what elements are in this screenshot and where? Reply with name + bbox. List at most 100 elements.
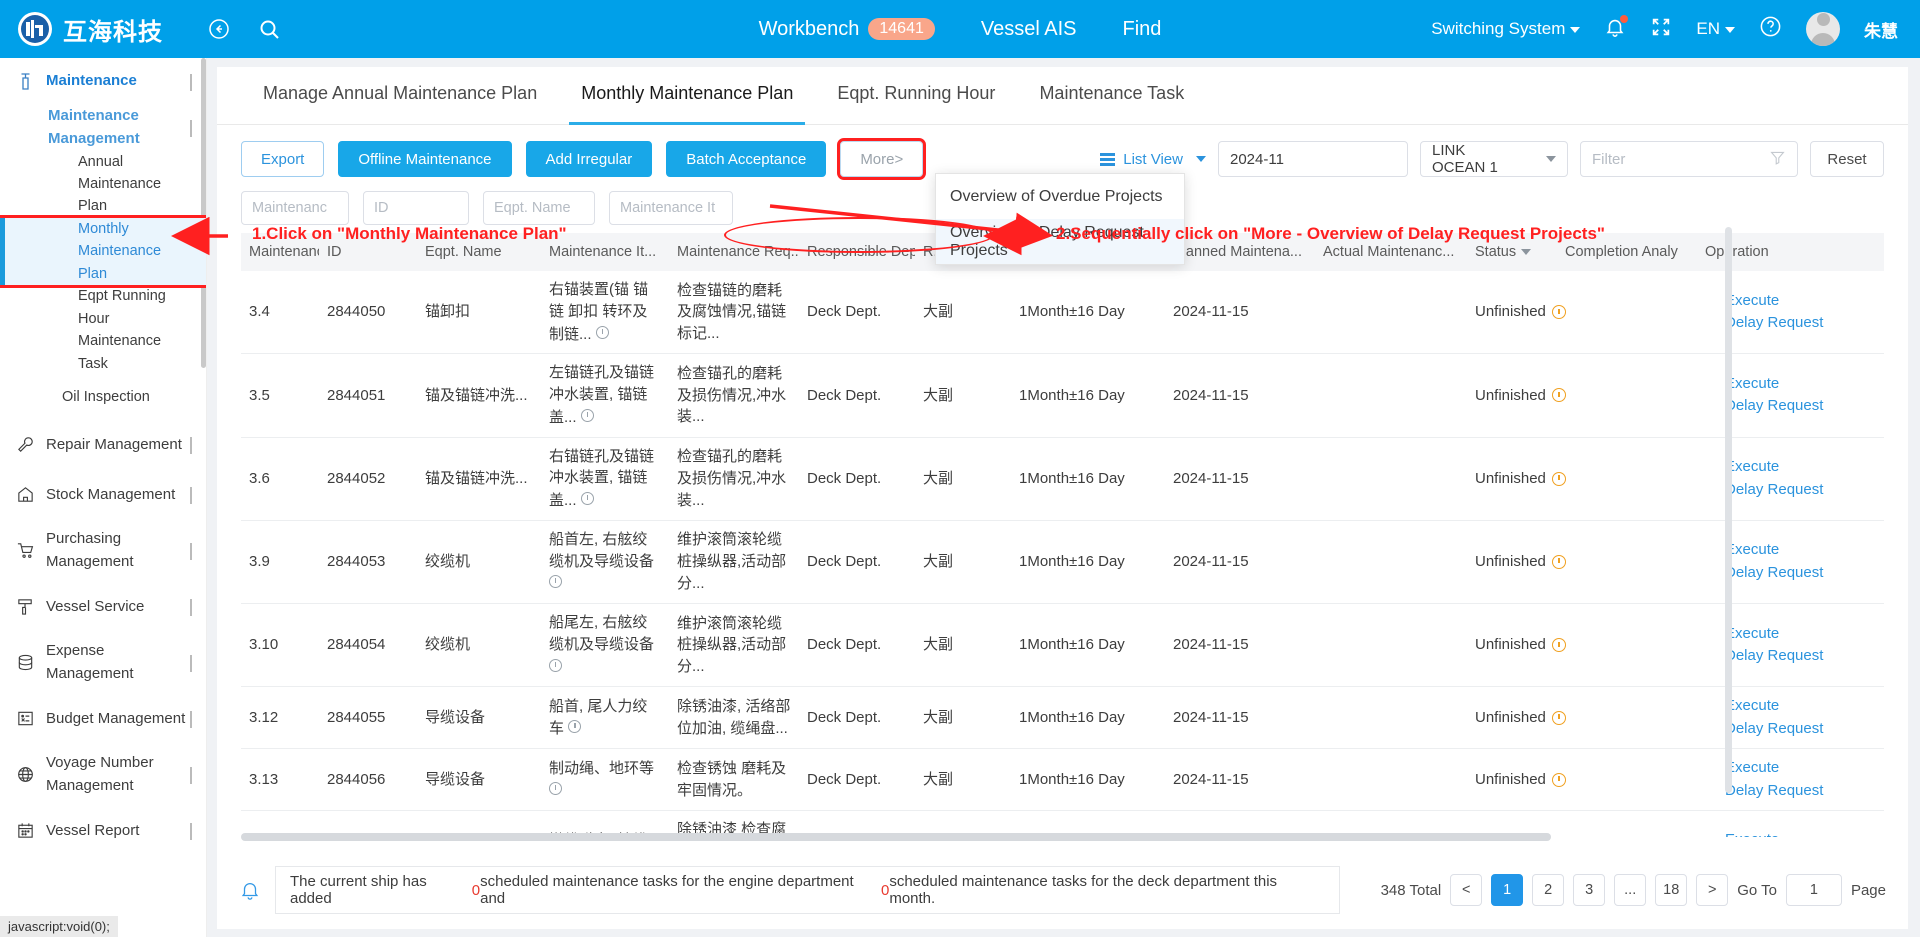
execute-link[interactable]: Execute [1725, 623, 1861, 646]
sidebar-item-maintenance[interactable]: Maintenance [0, 58, 206, 104]
execute-link[interactable]: Execute [1725, 757, 1861, 780]
notifications-button[interactable] [1604, 14, 1629, 43]
filter-eqpt-name-input[interactable]: Eqpt. Name [483, 191, 595, 225]
fullscreen-button[interactable] [1650, 16, 1672, 43]
list-view-selector[interactable]: List View [1100, 151, 1206, 168]
delay-request-link[interactable]: Delay Request [1725, 645, 1861, 668]
add-irregular-button[interactable]: Add Irregular [525, 141, 653, 177]
page-2-button[interactable]: 2 [1532, 874, 1565, 906]
cell-operation: Execute Delay Request [1717, 531, 1869, 592]
cell-analysis [1587, 554, 1717, 570]
page-3-button[interactable]: 3 [1573, 874, 1606, 906]
nav-workbench-label: Workbench [758, 17, 860, 40]
roller-icon [14, 597, 36, 616]
tab-eqpt-running-hour[interactable]: Eqpt. Running Hour [815, 67, 1017, 124]
nav-workbench[interactable]: Workbench 14641 [759, 18, 935, 41]
sidebar-item-monthly-maintenance-plan[interactable]: Monthly Maintenance Plan [0, 214, 206, 289]
sidebar-item-voyage-number-management[interactable]: Voyage Number Management [0, 743, 206, 805]
column-header-status[interactable]: Status [1467, 244, 1557, 260]
sidebar-item-vessel-service[interactable]: Vessel Service [0, 581, 206, 631]
sidebar-item-purchasing-management[interactable]: Purchasing Management [0, 519, 206, 581]
offline-maintenance-button[interactable]: Offline Maintenance [338, 141, 512, 177]
cell-item: 船尾左, 右舷绞缆机及导缆设备 [541, 604, 669, 686]
page-unit-label: Page [1850, 881, 1886, 899]
filter-input[interactable]: Filter [1580, 141, 1798, 177]
table-horizontal-scrollbar[interactable] [241, 833, 1551, 841]
switching-system-button[interactable]: Switching System [1431, 19, 1581, 39]
cell-analysis [1587, 387, 1717, 403]
page-ellipsis[interactable]: ... [1614, 874, 1647, 906]
filter-maintenance-input[interactable]: Maintenanc [241, 191, 349, 225]
cell-item: 右锚装置(锚 锚链 卸扣 转环及制链... [541, 271, 669, 353]
batch-acceptance-button[interactable]: Batch Acceptance [666, 141, 827, 177]
goto-page-input[interactable]: 1 [1785, 874, 1842, 906]
table-row[interactable]: 3.9 2844053 绞缆机 船首左, 右舷绞缆机及导缆设备 维护滚筒滚轮缆桩… [241, 521, 1884, 604]
sidebar-item-eqpt-running-hour[interactable]: Eqpt Running Hour [0, 285, 206, 330]
sidebar-item-repair-management[interactable]: Repair Management [0, 419, 206, 469]
cell-operation: Execute Delay Request [1717, 821, 1869, 837]
avatar[interactable] [1806, 12, 1840, 46]
export-button[interactable]: Export [241, 141, 325, 177]
delay-request-link[interactable]: Delay Request [1725, 479, 1861, 502]
back-arrow-icon[interactable] [207, 17, 231, 41]
page-18-button[interactable]: 18 [1655, 874, 1688, 906]
table-row[interactable]: 3.5 2844051 锚及锚链冲洗... 左锚链孔及锚链冲水装置, 锚链盖..… [241, 354, 1884, 438]
chevron-right-icon [190, 822, 192, 840]
clock-icon [1551, 554, 1566, 569]
nav-vessel-ais[interactable]: Vessel AIS [981, 18, 1077, 41]
more-button[interactable]: More> [837, 138, 927, 180]
status-badge: Unfinished [1475, 386, 1546, 404]
filter-id-input[interactable]: ID [363, 191, 469, 225]
cell-operation: Execute Delay Request [1717, 365, 1869, 426]
sidebar-item-annual-maintenance-plan[interactable]: Annual Maintenance Plan [0, 151, 206, 218]
sidebar-item-vessel-report[interactable]: Vessel Report [0, 805, 206, 855]
page-next-button[interactable]: > [1696, 874, 1729, 906]
execute-link[interactable]: Execute [1725, 695, 1861, 718]
tab-monthly-maintenance-plan[interactable]: Monthly Maintenance Plan [559, 67, 815, 125]
filter-maintenance-item-input[interactable]: Maintenance It [609, 191, 733, 225]
cell-dept: Deck Dept. [807, 303, 882, 321]
delay-request-link[interactable]: Delay Request [1725, 562, 1861, 585]
sidebar-item-maintenance-task[interactable]: Maintenance Task [0, 330, 206, 375]
table-row[interactable]: 3.12 2844055 导缆设备 船首, 尾人力绞车 除锈油漆, 活络部位加油… [241, 687, 1884, 750]
delay-request-link[interactable]: Delay Request [1725, 395, 1861, 418]
sidebar-item-stock-management[interactable]: Stock Management [0, 469, 206, 519]
delay-request-link[interactable]: Delay Request [1725, 312, 1861, 335]
sidebar-item-oil-inspection[interactable]: Oil Inspection [0, 375, 206, 419]
help-button[interactable] [1759, 15, 1782, 43]
execute-link[interactable]: Execute [1725, 829, 1861, 837]
cell-no: 3.12 [249, 708, 279, 726]
wrench-icon [14, 72, 36, 91]
table-row[interactable]: 3.6 2844052 锚及锚链冲洗... 右锚链孔及锚链冲水装置, 锚链盖..… [241, 438, 1884, 521]
page-1-button[interactable]: 1 [1491, 874, 1524, 906]
delay-request-link[interactable]: Delay Request [1725, 780, 1861, 803]
clock-icon [1551, 305, 1566, 320]
execute-link[interactable]: Execute [1725, 456, 1861, 479]
tab-manage-annual-maintenance-plan[interactable]: Manage Annual Maintenance Plan [241, 67, 559, 124]
nav-find[interactable]: Find [1123, 18, 1162, 41]
sidebar-item-budget-management[interactable]: Budget Management [0, 693, 206, 743]
tab-maintenance-task[interactable]: Maintenance Task [1017, 67, 1206, 124]
sidebar-item-maintenance-management[interactable]: Maintenance Management [0, 104, 206, 151]
column-header-actual-maintenance: Actual Maintenanc... [1323, 244, 1455, 260]
month-input[interactable]: 2024-11 [1218, 141, 1408, 177]
table-row[interactable]: 3.4 2844050 锚卸扣 右锚装置(锚 锚链 卸扣 转环及制链... 检查… [241, 271, 1884, 355]
delay-request-link[interactable]: Delay Request [1725, 718, 1861, 741]
reset-button[interactable]: Reset [1810, 141, 1884, 177]
table-row[interactable]: 3.10 2844054 绞缆机 船尾左, 右舷绞缆机及导缆设备 维护滚筒滚轮缆… [241, 604, 1884, 688]
goto-label: Go To [1737, 881, 1777, 899]
filter-icon[interactable] [1769, 149, 1786, 170]
language-selector[interactable]: EN [1696, 19, 1735, 39]
vessel-select[interactable]: LINK OCEAN 1 [1420, 141, 1568, 177]
menu-item-overview-overdue-projects[interactable]: Overview of Overdue Projects [936, 174, 1184, 219]
search-icon[interactable] [257, 17, 281, 41]
cell-eqpt: 绞缆机 [425, 553, 471, 570]
execute-link[interactable]: Execute [1725, 539, 1861, 562]
sidebar-item-expense-management[interactable]: Expense Management [0, 631, 206, 693]
page-prev-button[interactable]: < [1450, 874, 1483, 906]
table-row[interactable]: 3.13 2844056 导缆设备 制动绳、地环等 检查锈蚀 磨耗及牢固情况。 … [241, 749, 1884, 812]
table-vertical-scrollbar[interactable] [1725, 227, 1732, 793]
brand-logo[interactable]: 互海科技 [0, 12, 163, 47]
execute-link[interactable]: Execute [1725, 290, 1861, 313]
execute-link[interactable]: Execute [1725, 373, 1861, 396]
